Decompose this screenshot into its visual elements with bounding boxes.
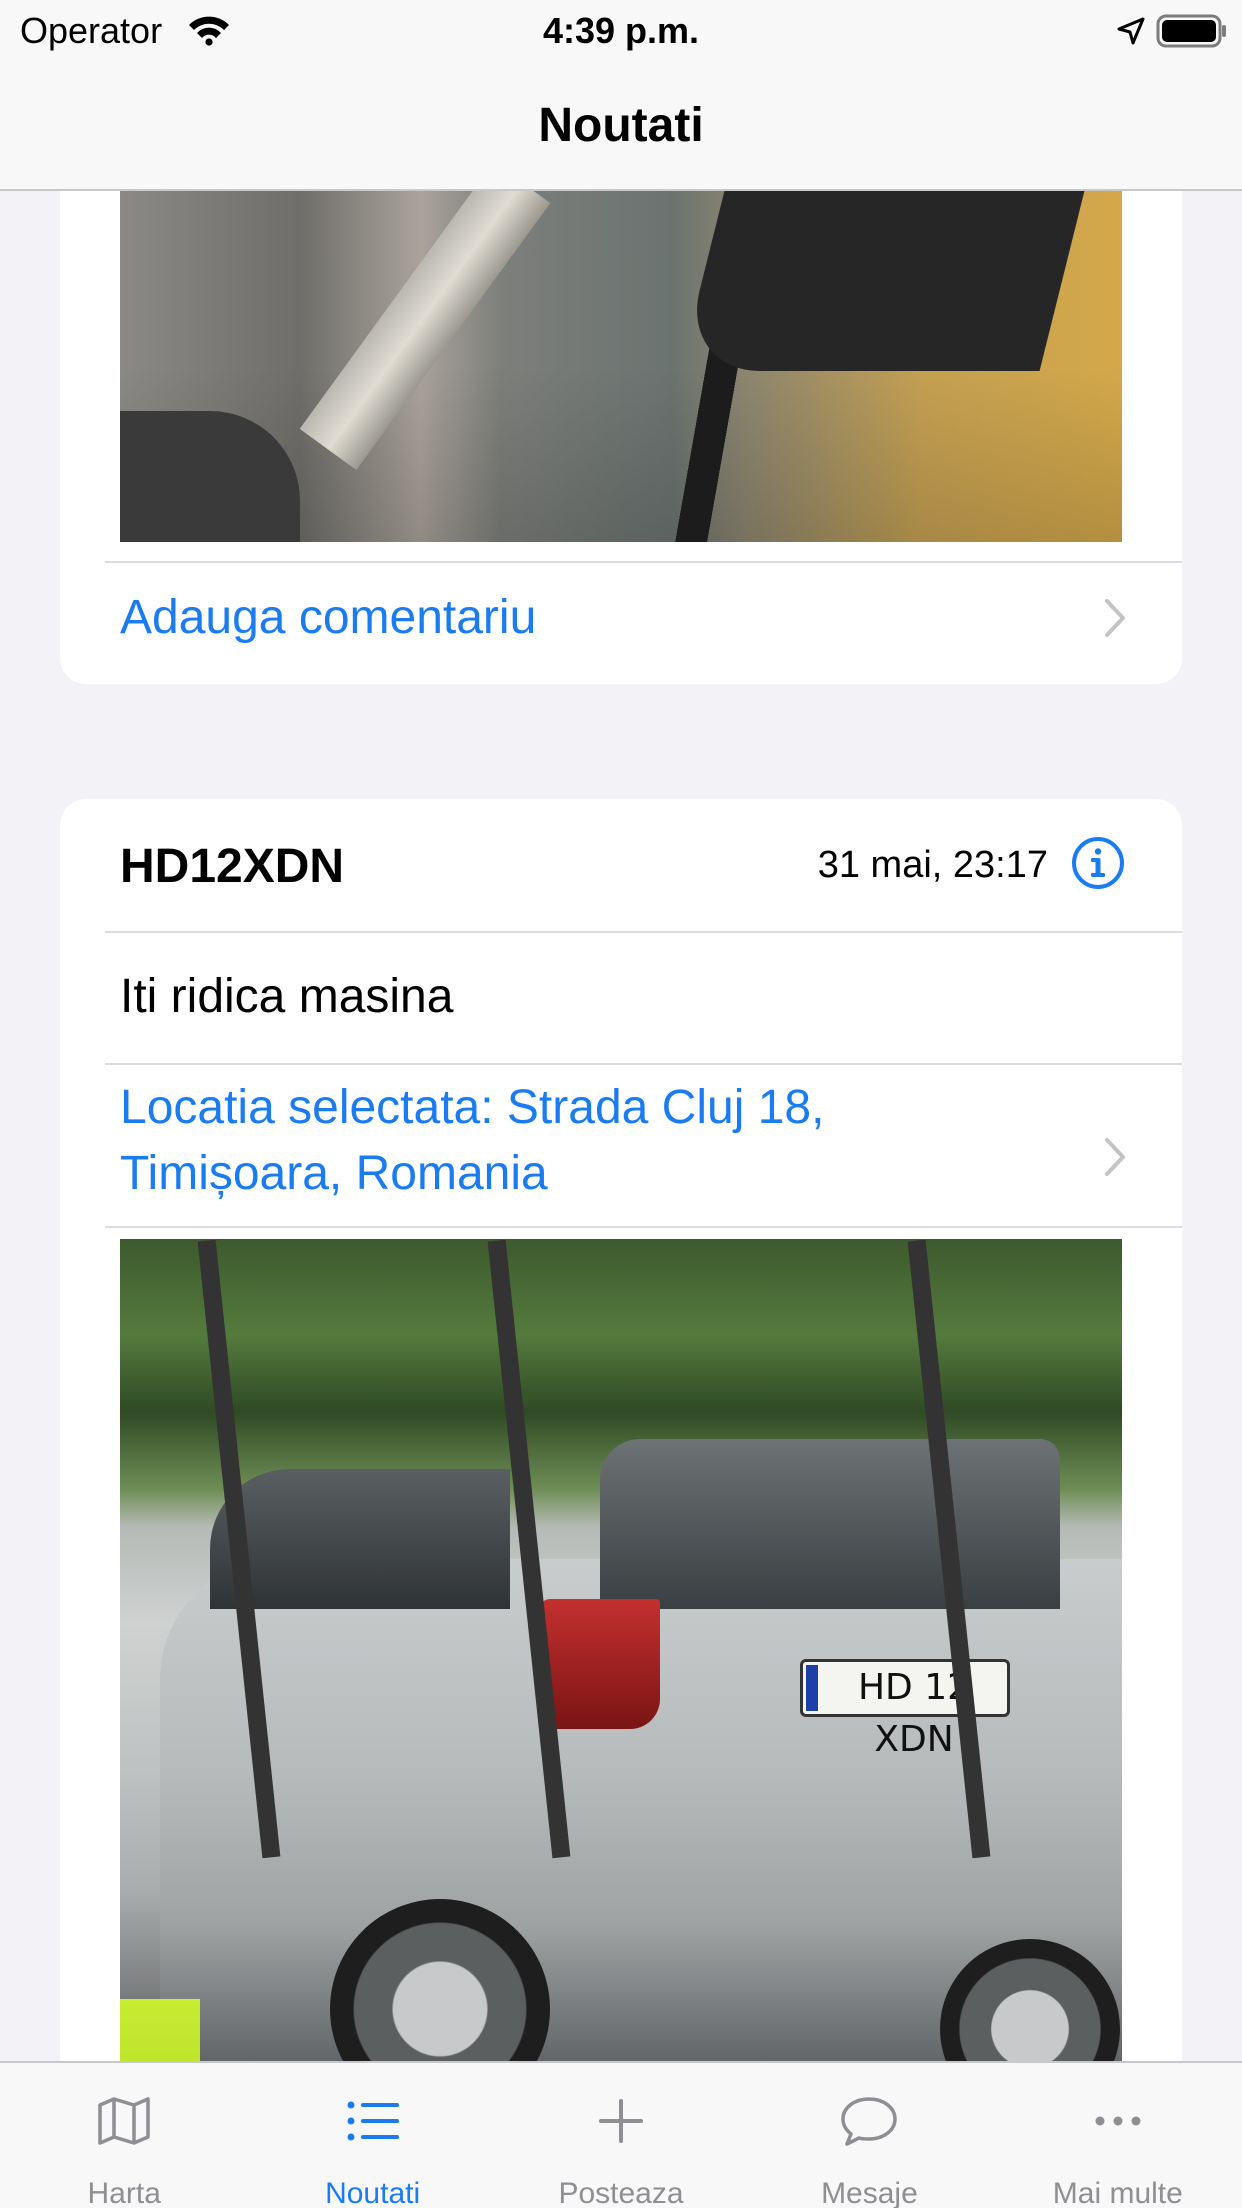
add-comment-link[interactable]: Adauga comentariu	[120, 585, 1142, 651]
tab-noutati[interactable]: Noutati	[248, 2063, 496, 2208]
post-card: Adauga comentariu	[60, 191, 1182, 684]
chevron-right-icon	[1105, 1138, 1125, 1176]
post-photo[interactable]	[120, 191, 1122, 542]
post-photo[interactable]: HD 12 XDN	[120, 1239, 1122, 2061]
photo-detail	[299, 191, 551, 471]
info-icon[interactable]	[1070, 835, 1126, 891]
photo-detail	[540, 1599, 660, 1729]
status-time: 4:39 p.m.	[542, 10, 700, 51]
photo-detail	[679, 191, 1085, 371]
tab-harta[interactable]: Harta	[0, 2063, 248, 2208]
tab-label: Posteaza	[558, 2177, 684, 2208]
news-feed[interactable]: Adauga comentariu HD12XDN 31 mai, 23:17 …	[0, 191, 1242, 2061]
tab-mai-multe[interactable]: Mai multe	[994, 2063, 1242, 2208]
add-comment-label: Adauga comentariu	[120, 591, 537, 644]
map-icon	[98, 2097, 150, 2145]
post-plate-number: HD12XDN	[120, 840, 345, 893]
tab-bar: Harta Noutati Posteaza Mesaje Mai multe	[0, 2061, 1242, 2208]
photo-detail	[600, 1439, 1060, 1609]
location-link[interactable]: Locatia selectata: Strada Cluj 18, Timiș…	[120, 1075, 1142, 1207]
chat-bubble-icon	[841, 2097, 898, 2146]
location-line-2: Timișoara, Romania	[120, 1147, 548, 1200]
post-date: 31 mai, 23:17	[817, 844, 1048, 886]
tab-label: Noutati	[325, 2177, 421, 2208]
tab-mesaje[interactable]: Mesaje	[745, 2063, 993, 2208]
photo-detail	[210, 1469, 510, 1609]
more-icon	[1095, 2116, 1141, 2126]
divider	[105, 1063, 1182, 1065]
plus-icon	[599, 2099, 644, 2143]
post-description: Iti ridica masina	[120, 970, 454, 1023]
battery-icon	[1156, 14, 1226, 48]
photo-license-plate: HD 12 XDN	[800, 1659, 1010, 1760]
location-arrow-icon	[1117, 17, 1145, 45]
page-title: Noutati	[538, 99, 704, 152]
divider	[105, 931, 1182, 933]
list-icon	[347, 2101, 399, 2141]
tab-label: Harta	[87, 2177, 161, 2208]
divider	[105, 1226, 1182, 1228]
location-line-1: Locatia selectata: Strada Cluj 18,	[120, 1081, 825, 1134]
chevron-right-icon	[1105, 599, 1125, 637]
tab-posteaza[interactable]: Posteaza	[497, 2063, 745, 2208]
divider	[105, 561, 1182, 563]
post-card: HD12XDN 31 mai, 23:17 Iti ridica masina …	[60, 799, 1182, 2061]
photo-detail	[120, 1999, 200, 2061]
tab-label: Mai multe	[1052, 2177, 1183, 2208]
status-bar: Operator 4:39 p.m.	[0, 0, 1242, 62]
navigation-bar: Operator 4:39 p.m. Noutati	[0, 0, 1242, 191]
app-screen: Adauga comentariu HD12XDN 31 mai, 23:17 …	[0, 0, 1242, 2208]
photo-detail	[120, 411, 300, 542]
tab-label: Mesaje	[821, 2177, 918, 2208]
